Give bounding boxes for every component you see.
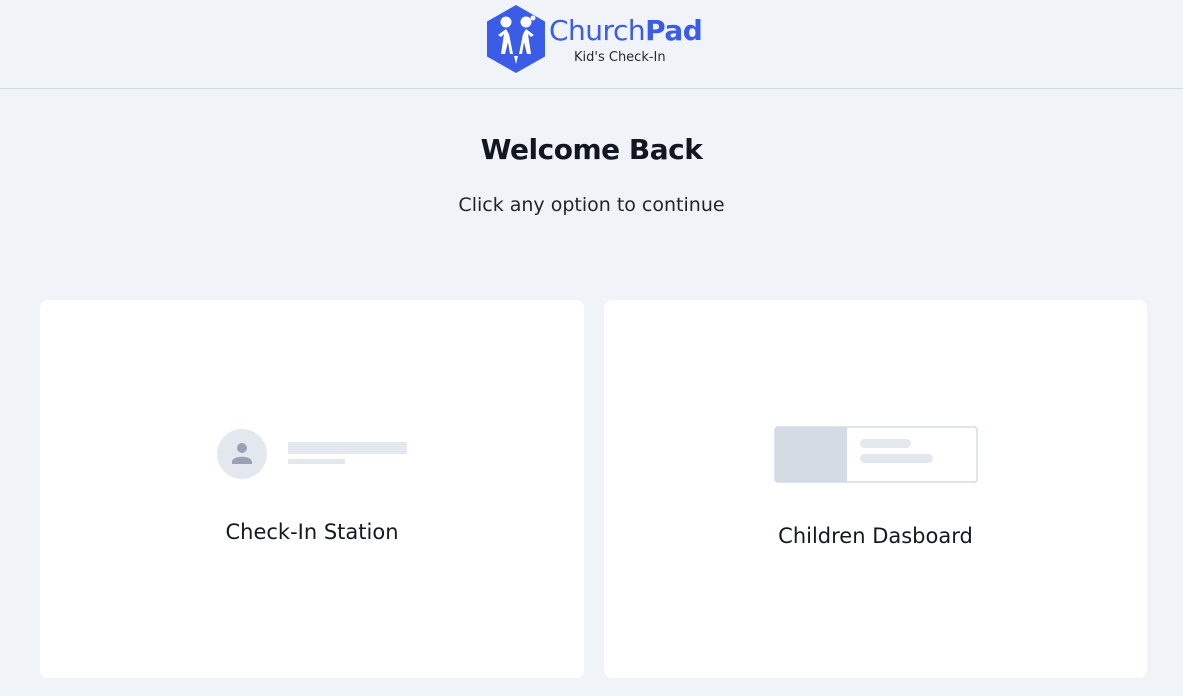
churchpad-logo[interactable]: ChurchPad Kid's Check-In bbox=[485, 4, 715, 76]
logo-subtitle: Kid's Check-In bbox=[574, 50, 666, 65]
check-in-station-label: Check-In Station bbox=[225, 520, 399, 544]
logo-title: ChurchPad bbox=[549, 14, 703, 47]
app-header: ChurchPad Kid's Check-In bbox=[0, 0, 1183, 89]
dashboard-panel-illustration-icon bbox=[774, 426, 978, 483]
page-subtitle: Click any option to continue bbox=[458, 194, 725, 216]
user-card-illustration-icon bbox=[217, 429, 407, 479]
logo-name-bold: Pad bbox=[645, 14, 703, 47]
logo-name-light: Church bbox=[549, 14, 646, 47]
churchpad-logo-icon bbox=[487, 5, 545, 73]
children-dashboard-card[interactable]: Children Dasboard bbox=[604, 300, 1147, 678]
page-title: Welcome Back bbox=[480, 133, 703, 166]
children-dashboard-label: Children Dasboard bbox=[778, 524, 973, 548]
check-in-station-card[interactable]: Check-In Station bbox=[40, 300, 584, 678]
